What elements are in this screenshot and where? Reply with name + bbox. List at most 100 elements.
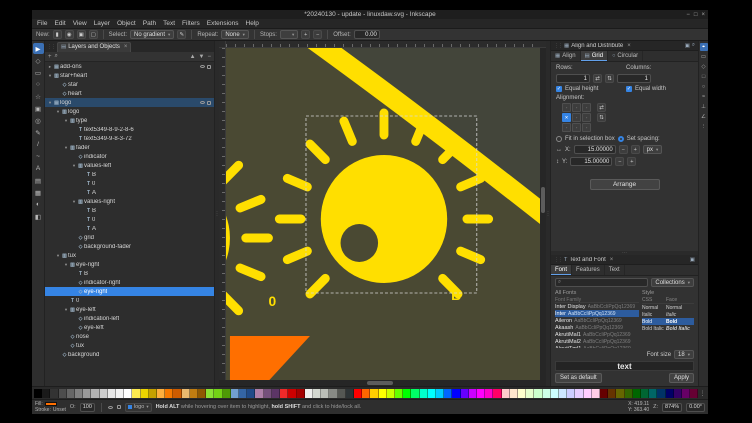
scale-label-b[interactable]: B [451,287,461,303]
layer-visibility-icon[interactable] [108,406,113,409]
palette-swatch[interactable] [50,389,58,398]
plus-icon[interactable]: + [631,145,640,154]
palette-swatch[interactable] [452,389,460,398]
palette-swatch[interactable] [198,389,206,398]
minus-icon[interactable]: − [615,157,624,166]
palette-swatch[interactable] [575,389,583,398]
palette-swatch[interactable] [149,389,157,398]
dock-icon[interactable]: ▣ [685,43,690,49]
palette-swatch[interactable] [477,389,485,398]
current-layer-dropdown[interactable]: logo ▾ [125,403,152,412]
palette-swatch[interactable] [338,389,346,398]
anchor-cell[interactable]: ◦ [582,123,591,132]
palette-swatch[interactable] [329,389,337,398]
menu-file[interactable]: File [37,20,47,27]
anchor-cell[interactable]: ◦ [582,113,591,122]
snap-angle-icon[interactable]: ∠ [700,113,708,121]
palette-swatch[interactable] [567,389,575,398]
layer-row[interactable]: ▾▥values-left [45,161,214,170]
palette-swatch[interactable] [346,389,354,398]
layer-row[interactable]: TB [45,170,214,179]
gradient-select-dropdown[interactable]: No gradient▾ [130,30,174,39]
palette-swatch[interactable] [173,389,181,398]
delete-stop-icon[interactable]: − [313,30,322,39]
repeat-dropdown[interactable]: None▾ [221,30,249,39]
layer-row[interactable]: ▾▥star+heart [45,71,214,80]
arrange-button[interactable]: Arrange [590,179,660,190]
palette-swatch[interactable] [469,389,477,398]
anchor-cell[interactable]: ◦ [582,103,591,112]
palette-swatch[interactable] [444,389,452,398]
swap-columns-icon[interactable]: ⇅ [605,74,614,83]
palette-swatch[interactable] [124,389,132,398]
drawing[interactable]: 0 B [226,48,540,380]
palette-swatch[interactable] [354,389,362,398]
layer-row[interactable]: ◇heart [45,89,214,98]
insert-stop-icon[interactable]: + [301,30,310,39]
layer-row[interactable]: ◇indicator-right [45,278,214,287]
fill-swatch[interactable] [45,402,57,406]
layer-row[interactable]: T0 [45,296,214,305]
canvas-viewport[interactable]: 0 B [226,48,540,380]
set-as-default-button[interactable]: Set as default [555,373,602,383]
palette-swatch[interactable] [403,389,411,398]
font-list-item[interactable]: AkrutiMal1AaBbCcIiPpQq12369 [555,331,639,338]
vertical-ruler[interactable] [219,48,226,380]
palette-swatch[interactable] [67,389,75,398]
style-list-item[interactable]: NormalNormal [642,304,694,311]
palette-swatch[interactable] [559,389,567,398]
calligraphy-tool[interactable]: ~ [33,151,44,162]
knob-indicator-dot[interactable] [341,224,379,262]
palette-swatch[interactable] [214,389,222,398]
zoom-input[interactable]: 874% [662,403,682,412]
layer-row[interactable]: ◇indication-left [45,314,214,323]
font-list-item[interactable]: Inter DisplayAaBbCcIiPpQq12369 [555,303,639,310]
swap-rows-icon[interactable]: ⇄ [593,74,602,83]
layer-row[interactable]: TA [45,224,214,233]
unit-dropdown[interactable]: px▾ [643,145,663,154]
palette-config-icon[interactable]: ⋮ [698,390,706,397]
palette-swatch[interactable] [141,389,149,398]
palette-swatch[interactable] [108,389,116,398]
palette-swatch[interactable] [420,389,428,398]
palette-swatch[interactable] [600,389,608,398]
horizontal-ruler[interactable] [226,41,540,48]
palette-swatch[interactable] [91,389,99,398]
layer-row[interactable]: ▾▥fader [45,143,214,152]
vertical-scrollbar-thumb[interactable] [541,187,545,213]
palette-swatch[interactable] [255,389,263,398]
layer-row[interactable]: T0 [45,215,214,224]
palette-swatch[interactable] [526,389,534,398]
palette-swatch[interactable] [75,389,83,398]
bucket-tool[interactable]: ◧ [33,211,44,222]
pen-tool[interactable]: / [33,139,44,150]
equal-height-checkbox[interactable]: ✓ [556,86,562,92]
palette-swatch[interactable] [625,389,633,398]
layer-row[interactable]: ◇star [45,80,214,89]
maximize-icon[interactable]: □ [694,12,698,18]
font-list-item[interactable]: InterAaBbCcIiPpQq12369 [555,310,639,317]
palette-swatch[interactable] [42,389,50,398]
palette-swatch[interactable] [379,389,387,398]
rows-input[interactable]: 1 [556,74,590,83]
layer-row[interactable]: ◇indicator [45,152,214,161]
offset-input[interactable]: 0.00 [354,30,380,39]
layer-row[interactable]: ◇background [45,350,214,359]
tab-circular[interactable]: ○Circular [608,51,643,61]
tab-align[interactable]: ▦Align [551,51,581,61]
layer-row[interactable]: ▾▥values-right [45,197,214,206]
palette-swatch[interactable] [100,389,108,398]
anchor-cell[interactable]: ◦ [572,123,581,132]
palette-swatch[interactable] [608,389,616,398]
anchor-cell[interactable]: ✕ [562,113,571,122]
menu-view[interactable]: View [73,20,87,27]
font-list-item[interactable]: AkaashAaBbCcIiPpQq12369 [555,324,639,331]
snap-perpendicular-icon[interactable]: ⊥ [700,103,708,111]
ruler-corner[interactable] [219,41,226,48]
font-list-item[interactable]: AkrutiMal2AaBbCcIiPpQq12369 [555,338,639,345]
layer-row[interactable]: ▾▥eye-left [45,305,214,314]
palette-swatch[interactable] [551,389,559,398]
gradient-tool[interactable]: ▤ [33,175,44,186]
close-icon[interactable]: × [701,12,705,18]
edit-gradient-icon[interactable]: ✎ [177,30,186,39]
